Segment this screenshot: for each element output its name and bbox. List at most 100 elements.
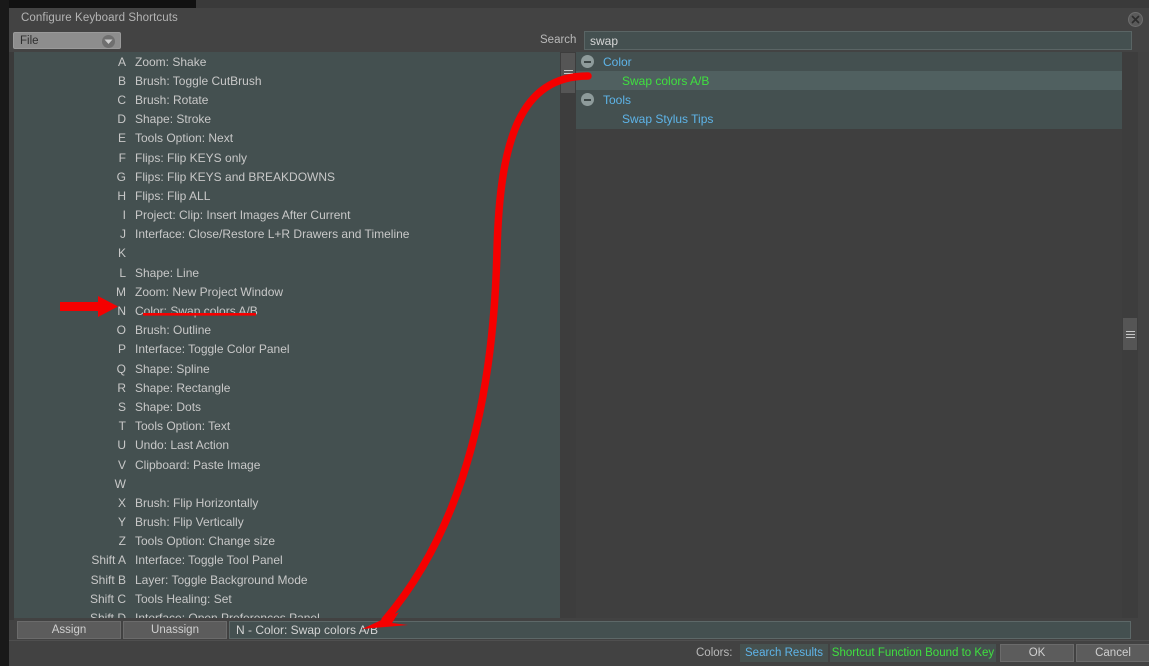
shortcut-row[interactable]: T Tools Option: Text: [14, 417, 560, 436]
shortcut-action: Shape: Dots: [135, 399, 202, 414]
shortcut-key: N: [117, 304, 126, 319]
shortcut-row[interactable]: I Project: Clip: Insert Images After Curr…: [14, 206, 560, 225]
shortcut-row[interactable]: Shift C Tools Healing: Set: [14, 589, 560, 608]
shortcut-row[interactable]: Shift DInterface: Open Preferences Panel: [14, 608, 560, 618]
shortcut-row[interactable]: B Brush: Toggle CutBrush: [14, 71, 560, 90]
shortcut-action: Tools Option: Next: [135, 131, 234, 146]
shortcut-row[interactable]: D Shape: Stroke: [14, 110, 560, 129]
shortcut-row[interactable]: Z Tools Option: Change size: [14, 532, 560, 551]
assign-button[interactable]: Assign: [17, 621, 121, 639]
unassign-button[interactable]: Unassign: [123, 621, 227, 639]
shortcut-row[interactable]: A Zoom: Shake: [14, 52, 560, 71]
tree-node-label: Color: [603, 54, 632, 69]
shortcut-action: Brush: Rotate: [135, 92, 209, 107]
tree-node-label: Swap Stylus Tips: [622, 112, 714, 127]
shortcut-row[interactable]: E Tools Option: Next: [14, 129, 560, 148]
splitter-grip-middle[interactable]: [561, 53, 575, 93]
shortcut-row[interactable]: S Shape: Dots: [14, 397, 560, 416]
shortcut-key: Shift C: [89, 591, 126, 606]
collapse-circle-icon[interactable]: [581, 55, 594, 69]
shortcut-key: K: [117, 246, 126, 261]
shortcut-row[interactable]: J Interface: Close/Restore L+R Drawers an…: [14, 225, 560, 244]
tree-group-row[interactable]: Tools: [576, 90, 1122, 110]
shortcut-key: I: [122, 208, 126, 223]
shortcut-key: Y: [117, 515, 126, 530]
search-label: Search: [540, 34, 577, 46]
shortcut-row[interactable]: C Brush: Rotate: [14, 90, 560, 109]
shortcut-key: X: [117, 495, 126, 510]
shortcut-key: U: [117, 438, 126, 453]
shortcut-row[interactable]: H Flips: Flip ALL: [14, 186, 560, 205]
page-title: Configure Keyboard Shortcuts: [21, 12, 178, 24]
dialog-titlebar: Configure Keyboard Shortcuts: [9, 8, 1149, 30]
shortcut-action: Flips: Flip KEYS only: [135, 150, 248, 165]
shortcut-key: Shift A: [91, 553, 126, 568]
shortcut-key: H: [117, 188, 126, 203]
shortcut-action: Brush: Flip Horizontally: [135, 495, 259, 510]
shortcut-action: Color: Swap colors A/B: [135, 304, 258, 319]
shortcut-row[interactable]: L Shape: Line: [14, 263, 560, 282]
shortcut-row[interactable]: R Shape: Rectangle: [14, 378, 560, 397]
shortcut-list-panel[interactable]: A Zoom: Shake B Brush: Toggle CutBrush C Brus…: [14, 52, 560, 618]
shortcut-action: Shape: Rectangle: [135, 380, 231, 395]
shortcut-row[interactable]: Y Brush: Flip Vertically: [14, 513, 560, 532]
shortcut-action: Zoom: New Project Window: [135, 284, 284, 299]
shortcut-row[interactable]: F Flips: Flip KEYS only: [14, 148, 560, 167]
shortcut-row[interactable]: K: [14, 244, 560, 263]
shortcut-key: P: [117, 342, 126, 357]
shortcut-action: Tools Option: Text: [135, 419, 231, 434]
shortcut-action: Flips: Flip ALL: [135, 188, 211, 203]
shortcut-action: Clipboard: Paste Image: [135, 457, 261, 472]
shortcut-key: J: [120, 227, 126, 242]
shortcut-row[interactable]: W: [14, 474, 560, 493]
shortcut-row[interactable]: X Brush: Flip Horizontally: [14, 493, 560, 512]
ok-button[interactable]: OK: [1000, 644, 1074, 662]
close-icon[interactable]: [1128, 12, 1143, 27]
tree-item-row[interactable]: Swap colors A/B: [576, 71, 1122, 91]
colors-legend-label: Colors:: [696, 647, 733, 659]
shortcut-key: L: [119, 265, 126, 280]
shortcut-key: B: [117, 73, 126, 88]
tree-node-label: Tools: [603, 92, 632, 107]
shortcut-action: Shape: Spline: [135, 361, 210, 376]
shortcut-key: O: [116, 323, 126, 338]
shortcut-row[interactable]: Q Shape: Spline: [14, 359, 560, 378]
shortcut-action: Interface: Close/Restore L+R Drawers and…: [135, 227, 410, 242]
shortcut-action: Flips: Flip KEYS and BREAKDOWNS: [135, 169, 336, 184]
shortcut-key: S: [117, 399, 126, 414]
shortcut-key: V: [117, 457, 126, 472]
current-binding-field[interactable]: N - Color: Swap colors A/B: [229, 621, 1131, 639]
shortcut-action: Brush: Outline: [135, 323, 212, 338]
search-results-tree-panel[interactable]: Color Swap colors A/B Tools Swap Stylus Tip…: [576, 52, 1122, 618]
shortcut-row[interactable]: V Clipboard: Paste Image: [14, 455, 560, 474]
shortcut-key: G: [116, 169, 126, 184]
shortcut-row[interactable]: Shift B Layer: Toggle Background Mode: [14, 570, 560, 589]
shortcut-action: Interface: Toggle Color Panel: [135, 342, 290, 357]
shortcut-row[interactable]: N Color: Swap colors A/B: [14, 301, 560, 320]
legend-bound-to-key: Shortcut Function Bound to Key: [830, 644, 996, 662]
shortcut-row[interactable]: Shift A Interface: Toggle Tool Panel: [14, 551, 560, 570]
host-app-left-rail: [0, 0, 9, 666]
shortcut-action: Layer: Toggle Background Mode: [135, 572, 308, 587]
host-app-strip-dark: [0, 0, 196, 8]
chevron-down-circle-icon: [102, 35, 115, 48]
shortcut-action: Undo: Last Action: [135, 438, 230, 453]
shortcut-action: Shape: Stroke: [135, 112, 212, 127]
shortcut-row[interactable]: O Brush: Outline: [14, 321, 560, 340]
collapse-circle-icon[interactable]: [581, 93, 594, 107]
tree-group-row[interactable]: Color: [576, 52, 1122, 72]
shortcut-key: R: [117, 380, 126, 395]
shortcut-row[interactable]: P Interface: Toggle Color Panel: [14, 340, 560, 359]
shortcut-row[interactable]: M Zoom: New Project Window: [14, 282, 560, 301]
shortcut-key: Shift D: [14, 611, 135, 618]
splitter-grip-right[interactable]: [1123, 318, 1137, 350]
shortcut-key: M: [116, 284, 126, 299]
category-dropdown[interactable]: File: [13, 32, 121, 49]
shortcut-key: Q: [116, 361, 126, 376]
shortcut-row[interactable]: G Flips: Flip KEYS and BREAKDOWNS: [14, 167, 560, 186]
shortcut-row[interactable]: U Undo: Last Action: [14, 436, 560, 455]
cancel-button[interactable]: Cancel: [1076, 644, 1149, 662]
shortcut-key: D: [117, 112, 126, 127]
search-input[interactable]: [584, 31, 1132, 50]
tree-item-row[interactable]: Swap Stylus Tips: [576, 109, 1122, 129]
